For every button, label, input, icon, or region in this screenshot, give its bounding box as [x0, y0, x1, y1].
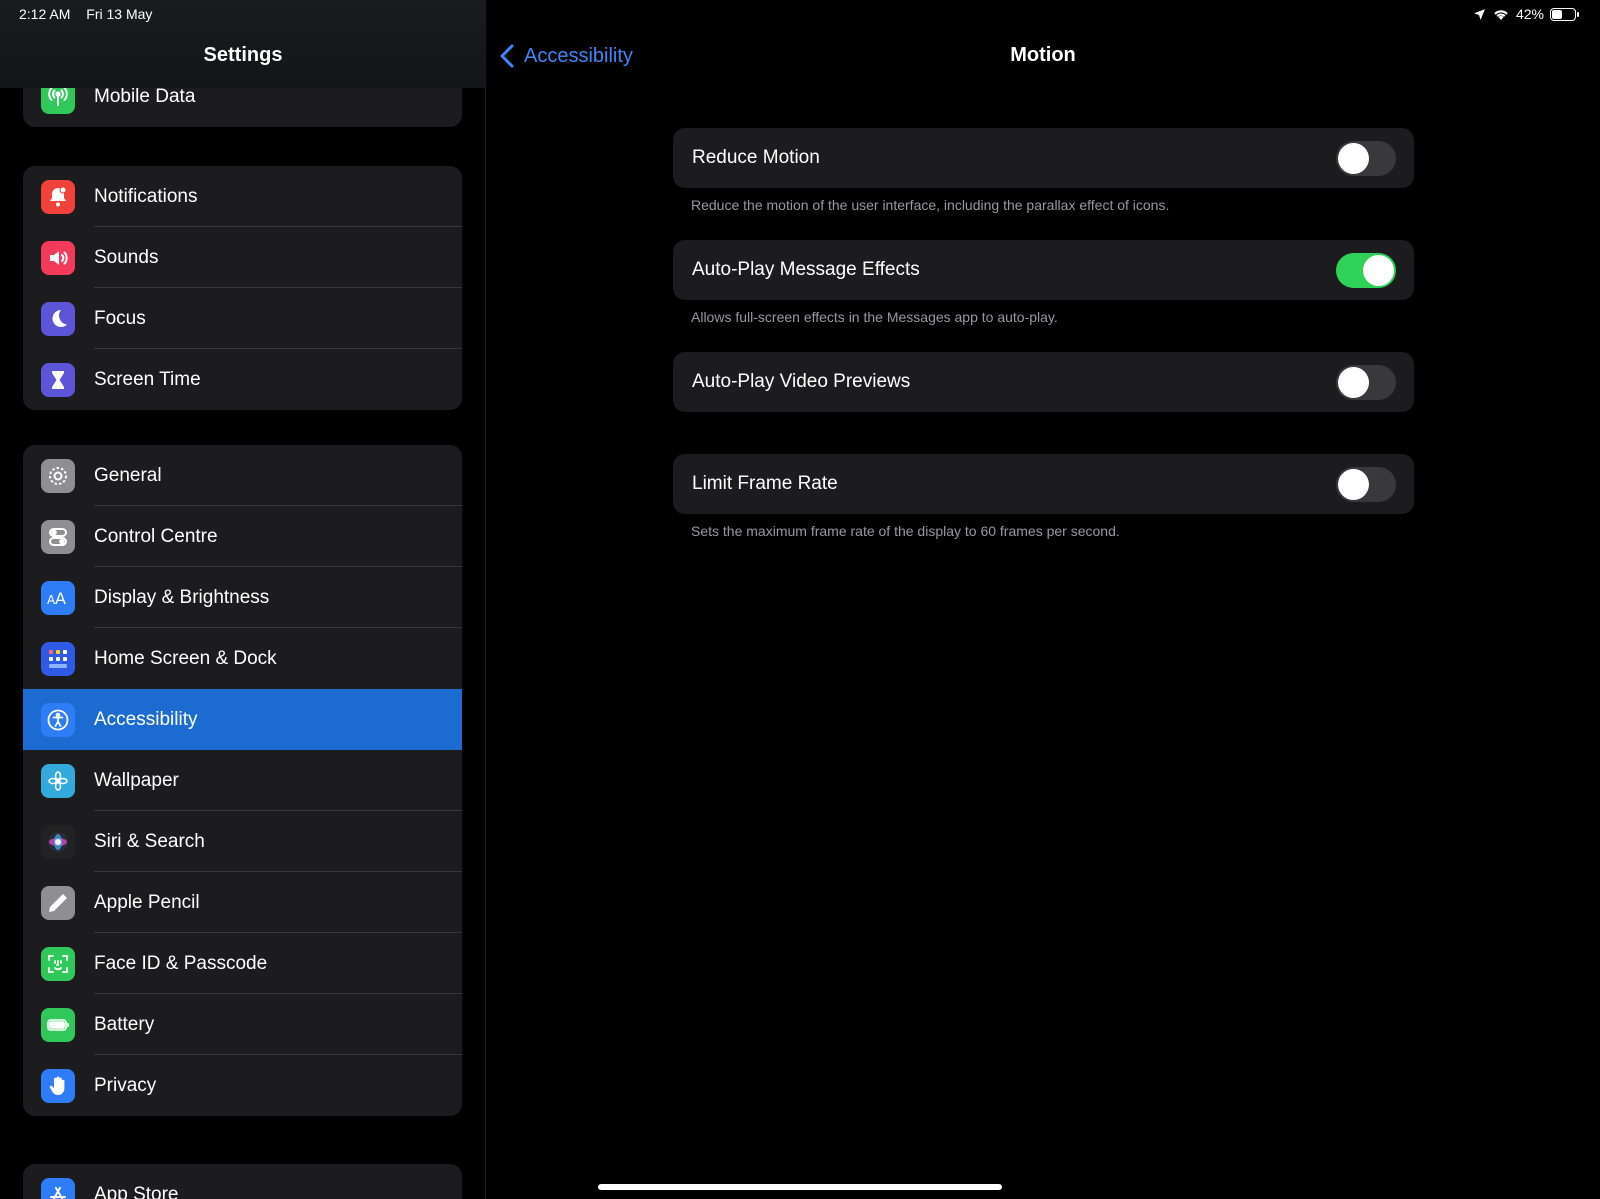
sidebar-item-home-screen-dock[interactable]: Home Screen & Dock — [23, 628, 462, 689]
sidebar-item-label: Notifications — [94, 185, 198, 207]
home-indicator[interactable] — [598, 1184, 1002, 1190]
setting-footnote: Reduce the motion of the user interface,… — [691, 197, 1170, 213]
sidebar-item-app-store[interactable]: App Store — [23, 1164, 462, 1199]
setting-label: Reduce Motion — [692, 147, 820, 168]
sidebar-item-label: Privacy — [94, 1074, 157, 1096]
hand-icon — [41, 1069, 75, 1103]
setting-row-auto-play-message-effects: Auto-Play Message Effects — [673, 240, 1414, 300]
battery-icon — [41, 1008, 75, 1042]
sidebar-item-siri-search[interactable]: Siri & Search — [23, 811, 462, 872]
setting-footnote: Sets the maximum frame rate of the displ… — [691, 523, 1120, 539]
sidebar-item-notifications[interactable]: Notifications — [23, 166, 462, 227]
sidebar-item-general[interactable]: General — [23, 445, 462, 506]
gear-icon — [41, 459, 75, 493]
sidebar-item-apple-pencil[interactable]: Apple Pencil — [23, 872, 462, 933]
sidebar-header: 2:12 AM Fri 13 May Settings — [0, 0, 485, 88]
setting-row-auto-play-video-previews: Auto-Play Video Previews — [673, 352, 1414, 412]
sidebar-item-label: Apple Pencil — [94, 891, 200, 913]
sidebar-item-label: Focus — [94, 307, 146, 329]
sidebar-item-label: Mobile Data — [94, 85, 196, 107]
app-grid-icon — [41, 642, 75, 676]
sidebar-item-display-brightness[interactable]: AA Display & Brightness — [23, 567, 462, 628]
battery-level-fill — [1552, 9, 1563, 19]
sidebar-item-accessibility[interactable]: Accessibility — [23, 689, 462, 750]
sidebar-group-notifications: Notifications Sounds Focus Screen Time — [23, 166, 462, 410]
sidebar-group-device: General Control Centre AA Display & Brig… — [23, 445, 462, 1116]
setting-row-limit-frame-rate: Limit Frame Rate — [673, 454, 1414, 514]
sidebar-item-label: Control Centre — [94, 525, 218, 547]
battery-status-icon — [1550, 7, 1579, 21]
sidebar-item-label: Sounds — [94, 246, 159, 268]
sidebar-item-battery[interactable]: Battery — [23, 994, 462, 1055]
switches-icon — [41, 520, 75, 554]
setting-label: Auto-Play Video Previews — [692, 371, 911, 392]
sidebar-item-privacy[interactable]: Privacy — [23, 1055, 462, 1116]
motion-detail-pane: 42% Accessibility Motion Reduce Motion R… — [486, 0, 1600, 1199]
limit-frame-rate-toggle[interactable] — [1336, 467, 1396, 502]
wifi-icon — [1494, 10, 1508, 20]
setting-footnote: Allows full-screen effects in the Messag… — [691, 309, 1058, 325]
settings-sidebar: 2:12 AM Fri 13 May Settings Mobile Data … — [0, 0, 486, 1199]
status-time: 2:12 AM — [19, 6, 71, 22]
battery-percent: 42% — [1515, 6, 1544, 22]
reduce-motion-toggle[interactable] — [1336, 141, 1396, 176]
status-date: Fri 13 May — [86, 6, 153, 22]
sidebar-item-wallpaper[interactable]: Wallpaper — [23, 750, 462, 811]
sidebar-item-label: Siri & Search — [94, 830, 205, 852]
status-bar-right: 42% — [1473, 6, 1579, 22]
auto-play-message-effects-toggle[interactable] — [1336, 253, 1396, 288]
sidebar-item-label: Wallpaper — [94, 769, 179, 791]
sidebar-item-label: Battery — [94, 1013, 155, 1035]
siri-icon — [41, 825, 75, 859]
sidebar-item-control-centre[interactable]: Control Centre — [23, 506, 462, 567]
sidebar-group-store: App Store — [23, 1164, 462, 1199]
speaker-icon — [41, 241, 75, 275]
auto-play-video-previews-toggle[interactable] — [1336, 365, 1396, 400]
toggle-knob — [1363, 255, 1394, 286]
page-title: Motion — [1010, 44, 1076, 66]
toggle-knob — [1338, 469, 1369, 500]
accessibility-icon — [41, 703, 75, 737]
sidebar-item-label: General — [94, 464, 162, 486]
sidebar-item-sounds[interactable]: Sounds — [23, 227, 462, 288]
sidebar-item-focus[interactable]: Focus — [23, 288, 462, 349]
setting-row-reduce-motion: Reduce Motion — [673, 128, 1414, 188]
sidebar-item-label: App Store — [94, 1183, 179, 1199]
flower-icon — [41, 764, 75, 798]
status-bar-left: 2:12 AM Fri 13 May — [19, 6, 164, 22]
location-arrow-icon — [1474, 8, 1485, 20]
sidebar-item-label: Home Screen & Dock — [94, 647, 277, 669]
setting-label: Auto-Play Message Effects — [692, 259, 920, 280]
sidebar-item-label: Accessibility — [94, 708, 198, 730]
svg-text:A: A — [55, 589, 66, 608]
sidebar-item-face-id-passcode[interactable]: Face ID & Passcode — [23, 933, 462, 994]
face-id-icon — [41, 947, 75, 981]
app-store-icon — [41, 1178, 75, 1199]
moon-icon — [41, 302, 75, 336]
pencil-icon — [41, 886, 75, 920]
toggle-knob — [1338, 367, 1369, 398]
setting-label: Limit Frame Rate — [692, 473, 838, 494]
sidebar-item-label: Screen Time — [94, 368, 201, 390]
hourglass-icon — [41, 363, 75, 397]
sidebar-item-label: Display & Brightness — [94, 586, 270, 608]
sidebar-title: Settings — [203, 44, 283, 66]
text-size-icon: AA — [41, 581, 75, 615]
sidebar-item-screen-time[interactable]: Screen Time — [23, 349, 462, 410]
bell-icon — [41, 180, 75, 214]
sidebar-item-label: Face ID & Passcode — [94, 952, 268, 974]
toggle-knob — [1338, 143, 1369, 174]
